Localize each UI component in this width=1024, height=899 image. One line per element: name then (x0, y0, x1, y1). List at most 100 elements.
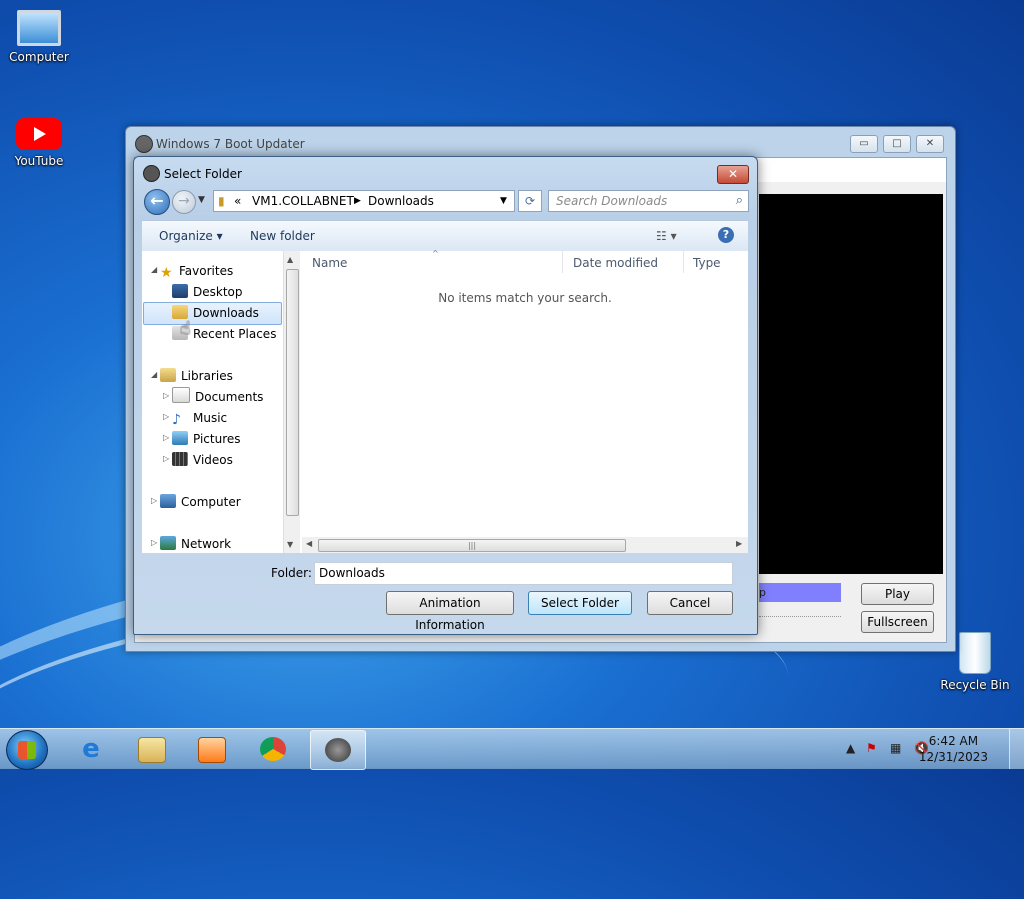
scroll-down-icon[interactable]: ▼ (287, 540, 293, 549)
collapse-icon[interactable]: ▷ (151, 538, 157, 547)
tree-item-desktop[interactable]: Desktop (172, 282, 243, 302)
desktop-icon-computer[interactable]: Computer (1, 10, 77, 64)
animation-information-button[interactable]: Animation Information (386, 591, 514, 632)
expand-icon[interactable]: ◢ (151, 370, 157, 379)
sort-ascending-icon: ^ (432, 249, 439, 258)
dialog-app-icon (143, 165, 160, 182)
tree-scrollbar[interactable]: ▲ ▼ (283, 251, 300, 553)
list-horizontal-scrollbar[interactable]: ◀ ||| ▶ (302, 537, 748, 553)
new-folder-button[interactable]: New folder (250, 229, 315, 243)
network-tray-icon[interactable]: ▦ (890, 741, 901, 755)
file-list[interactable]: Name ^ Date modified Type No items match… (302, 249, 748, 537)
help-icon[interactable]: ? (718, 227, 734, 243)
close-button[interactable]: ✕ (916, 135, 944, 153)
desktop-icon-youtube[interactable]: YouTube (1, 118, 77, 168)
tree-item-label: Recent Places (193, 327, 277, 341)
select-folder-button[interactable]: Select Folder (528, 591, 632, 615)
taskbar-internet-explorer[interactable]: e (64, 730, 118, 768)
taskbar: e ▲ ⚑ ▦ 🔇 6:42 AM 12/31/2023 (0, 728, 1024, 770)
search-icon[interactable]: ⌕ (736, 193, 743, 208)
taskbar-chrome[interactable] (246, 730, 300, 768)
file-explorer-icon (138, 737, 166, 763)
clock[interactable]: 6:42 AM 12/31/2023 (919, 733, 988, 765)
taskbar-file-explorer[interactable] (124, 730, 178, 768)
navigation-tree: ◢ ★ Favorites Desktop Downloads Recent Pl… (142, 251, 282, 553)
show-hidden-icons-icon[interactable]: ▲ (846, 741, 855, 755)
tree-item-label: Documents (195, 390, 264, 404)
music-icon: ♪ (172, 412, 181, 428)
window-title: Windows 7 Boot Updater (156, 137, 305, 151)
column-header-type[interactable]: Type (693, 251, 748, 273)
address-segment[interactable]: Downloads (368, 194, 434, 208)
libraries-icon (160, 368, 176, 382)
pictures-icon (172, 431, 188, 445)
collapse-icon[interactable]: ▷ (163, 454, 169, 463)
back-button[interactable]: ← (144, 189, 170, 215)
desktop-icon-label: YouTube (14, 154, 64, 168)
scrollbar-thumb[interactable]: ||| (318, 539, 626, 552)
desktop-icon-label: Recycle Bin (940, 678, 1010, 692)
organize-menu[interactable]: Organize ▾ (159, 229, 223, 243)
collapse-icon[interactable]: ▷ (151, 496, 157, 505)
scroll-up-icon[interactable]: ▲ (287, 255, 293, 264)
forward-button[interactable]: → (172, 190, 196, 214)
expand-icon[interactable]: ◢ (151, 265, 157, 274)
scroll-right-icon[interactable]: ▶ (736, 539, 742, 548)
empty-message: No items match your search. (438, 291, 612, 305)
tree-item-label: Downloads (193, 306, 259, 320)
scroll-left-icon[interactable]: ◀ (306, 539, 312, 548)
tree-item-pictures[interactable]: Pictures (172, 429, 241, 449)
tree-item-music[interactable]: ♪ Music (172, 408, 227, 428)
star-icon: ★ (160, 265, 173, 281)
tree-item-videos[interactable]: Videos (172, 450, 233, 470)
videos-icon (172, 452, 188, 466)
tree-item-favorites[interactable]: ★ Favorites (160, 261, 233, 281)
tree-item-network[interactable]: Network (160, 534, 231, 553)
play-button[interactable]: Play (861, 583, 934, 605)
recent-pages-chevron-icon[interactable]: ▼ (198, 195, 205, 205)
tree-item-documents[interactable]: Documents (172, 387, 263, 407)
command-bar: Organize ▾ New folder ☷ ▾ ? (142, 220, 748, 252)
dialog-title: Select Folder (164, 167, 242, 181)
start-button[interactable] (6, 730, 48, 770)
clock-date: 12/31/2023 (918, 750, 988, 764)
search-input[interactable]: Search Downloads ⌕ (548, 190, 749, 212)
folder-input[interactable]: Downloads (314, 562, 733, 585)
computer-icon (17, 10, 61, 46)
chrome-icon (260, 737, 286, 761)
tree-item-label: Music (193, 411, 228, 425)
tree-item-libraries[interactable]: Libraries (160, 366, 233, 386)
seek-slider[interactable] (759, 608, 841, 617)
view-options-icon[interactable]: ☷ ▾ (656, 229, 677, 243)
collapse-icon[interactable]: ▷ (163, 433, 169, 442)
taskbar-media-player[interactable] (184, 730, 238, 768)
collapse-icon[interactable]: ▷ (163, 412, 169, 421)
tree-item-label: Network (181, 537, 232, 551)
tree-item-label: Computer (181, 495, 241, 509)
tree-item-computer[interactable]: Computer (160, 492, 241, 512)
cancel-button[interactable]: Cancel (647, 591, 733, 615)
address-segment[interactable]: VM1.COLLABNET (252, 194, 354, 208)
address-bar[interactable]: ▮ « VM1.COLLABNET ▶ Downloads ▼ (213, 190, 515, 212)
tree-item-label: Favorites (179, 264, 234, 278)
dialog-close-button[interactable]: ✕ (717, 165, 749, 184)
refresh-icon[interactable]: ⟳ (518, 190, 542, 212)
progress-text: p (759, 586, 766, 599)
collapse-icon[interactable]: ▷ (163, 391, 169, 400)
fullscreen-button[interactable]: Fullscreen (861, 611, 934, 633)
clock-time: 6:42 AM (928, 734, 979, 748)
minimize-button[interactable]: ▭ (850, 135, 878, 153)
column-header-date[interactable]: Date modified (573, 251, 684, 273)
action-center-icon[interactable]: ⚑ (866, 741, 877, 755)
desktop-icon-label: Computer (9, 50, 69, 64)
tree-item-label: Desktop (193, 285, 243, 299)
chevron-right-icon[interactable]: ▶ (354, 196, 361, 206)
maximize-button[interactable]: □ (883, 135, 911, 153)
show-desktop-button[interactable] (1009, 729, 1024, 769)
documents-icon (172, 387, 190, 403)
taskbar-boot-updater[interactable] (310, 730, 366, 770)
address-overflow[interactable]: « (234, 194, 241, 208)
scrollbar-thumb[interactable] (286, 269, 299, 516)
chevron-down-icon[interactable]: ▼ (500, 196, 507, 206)
select-folder-dialog: Select Folder ✕ ← → ▼ ▮ « VM1.COLLABNET … (133, 156, 758, 635)
